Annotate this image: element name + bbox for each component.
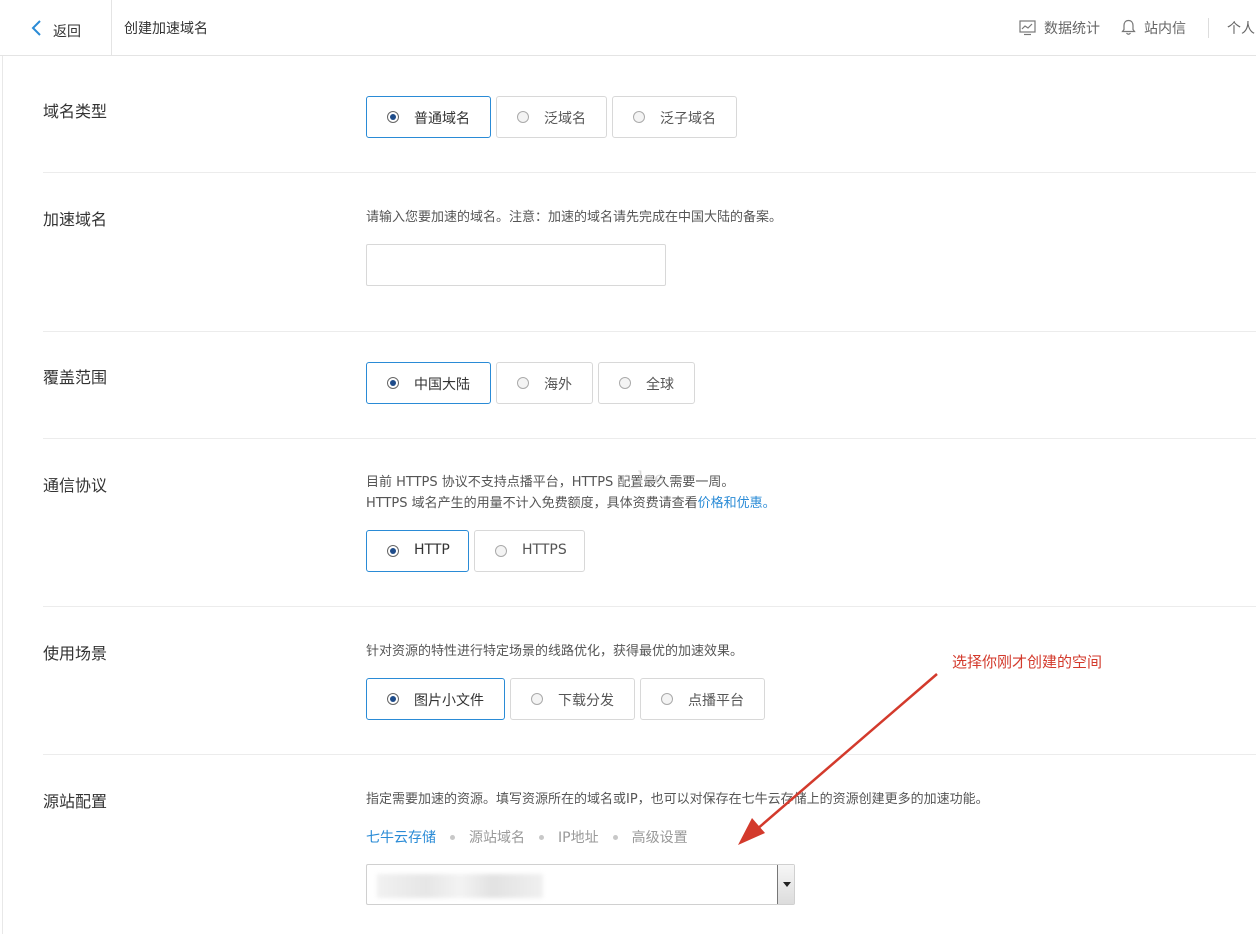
bell-icon xyxy=(1121,19,1136,35)
watermark: r_lee xyxy=(620,468,665,489)
option-label: 点播平台 xyxy=(688,693,744,709)
section-divider xyxy=(43,331,1256,332)
scenario-option-download[interactable]: 下载分发 xyxy=(510,678,635,720)
origin-title: 源站配置 xyxy=(43,792,108,811)
domain-input[interactable] xyxy=(366,244,666,286)
stats-link[interactable]: 数据统计 xyxy=(1019,0,1100,55)
option-label: 海外 xyxy=(544,377,572,393)
domain-type-option-wildcard[interactable]: 泛域名 xyxy=(496,96,607,138)
origin-tabs: 七牛云存储 源站域名 IP地址 高级设置 xyxy=(366,827,688,847)
coverage-option-global[interactable]: 全球 xyxy=(598,362,695,404)
left-border xyxy=(2,56,3,934)
protocol-hint-text: HTTPS 域名产生的用量不计入免费额度，具体资费请查看 xyxy=(366,496,698,511)
radio-selected-icon xyxy=(387,377,399,389)
back-label: 返回 xyxy=(53,24,81,40)
protocol-option-https[interactable]: HTTPS xyxy=(474,530,585,572)
radio-icon xyxy=(619,377,631,389)
tab-separator-dot xyxy=(612,834,618,840)
coverage-option-overseas[interactable]: 海外 xyxy=(496,362,593,404)
header-separator xyxy=(1208,18,1209,38)
origin-hint: 指定需要加速的资源。填写资源所在的域名或IP，也可以对保存在七牛云存储上的资源创… xyxy=(366,792,989,807)
radio-selected-icon xyxy=(387,693,399,705)
messages-link[interactable]: 站内信 xyxy=(1121,0,1186,55)
radio-icon xyxy=(661,693,673,705)
origin-tab-origin-domain[interactable]: 源站域名 xyxy=(469,827,525,847)
messages-label: 站内信 xyxy=(1144,20,1186,37)
acceleration-domain-title: 加速域名 xyxy=(43,210,108,229)
scenario-option-vod[interactable]: 点播平台 xyxy=(640,678,765,720)
radio-icon xyxy=(517,377,529,389)
back-button[interactable]: 返回 xyxy=(0,0,112,55)
coverage-title: 覆盖范围 xyxy=(43,368,108,387)
radio-icon xyxy=(495,545,507,557)
protocol-hint-period: 。 xyxy=(762,496,776,511)
protocol-hint-line2: HTTPS 域名产生的用量不计入免费额度，具体资费请查看价格和优惠。 xyxy=(366,492,776,511)
radio-icon xyxy=(633,111,645,123)
stats-label: 数据统计 xyxy=(1044,20,1100,37)
domain-type-option-wildcard-sub[interactable]: 泛子域名 xyxy=(612,96,737,138)
option-label: HTTP xyxy=(414,542,450,558)
coverage-option-mainland[interactable]: 中国大陆 xyxy=(366,362,491,404)
option-label: 泛子域名 xyxy=(660,111,716,127)
origin-tab-ip-address[interactable]: IP地址 xyxy=(558,827,599,847)
radio-selected-icon xyxy=(387,111,399,123)
acceleration-domain-hint: 请输入您要加速的域名。注意：加速的域名请先完成在中国大陆的备案。 xyxy=(366,210,783,225)
option-label: 普通域名 xyxy=(414,111,470,127)
personal-label: 个人 xyxy=(1227,20,1255,37)
option-label: 下载分发 xyxy=(558,693,614,709)
option-label: 全球 xyxy=(646,377,674,393)
domain-type-option-normal[interactable]: 普通域名 xyxy=(366,96,491,138)
section-divider xyxy=(43,754,1256,755)
option-label: 中国大陆 xyxy=(414,377,470,393)
origin-tab-advanced[interactable]: 高级设置 xyxy=(632,827,688,847)
pricing-link[interactable]: 价格和优惠 xyxy=(698,496,763,511)
section-divider xyxy=(43,606,1256,607)
page-title: 创建加速域名 xyxy=(124,21,208,37)
section-divider xyxy=(43,438,1256,439)
radio-icon xyxy=(531,693,543,705)
bucket-select[interactable] xyxy=(366,864,795,905)
origin-tab-qiniu-storage[interactable]: 七牛云存储 xyxy=(366,827,436,847)
scenario-hint: 针对资源的特性进行特定场景的线路优化，获得最优的加速效果。 xyxy=(366,644,744,659)
radio-icon xyxy=(517,111,529,123)
protocol-hint-line1: 目前 HTTPS 协议不支持点播平台，HTTPS 配置最久需要一周。 xyxy=(366,475,735,490)
personal-link[interactable]: 个人 xyxy=(1227,0,1255,55)
domain-type-title: 域名类型 xyxy=(43,102,108,121)
chevron-left-icon xyxy=(31,20,41,36)
top-bar: 返回 创建加速域名 数据统计 站内信 个人 xyxy=(0,0,1256,56)
section-divider xyxy=(43,172,1256,173)
blurred-selected-value xyxy=(377,874,543,898)
option-label: HTTPS xyxy=(522,542,567,558)
option-label: 泛域名 xyxy=(544,111,586,127)
chart-icon xyxy=(1019,19,1036,35)
protocol-title: 通信协议 xyxy=(43,476,108,495)
scenario-option-images[interactable]: 图片小文件 xyxy=(366,678,505,720)
option-label: 图片小文件 xyxy=(414,693,484,709)
radio-selected-icon xyxy=(387,545,399,557)
annotation-text: 选择你刚才创建的空间 xyxy=(952,653,1103,671)
dropdown-arrow-icon[interactable] xyxy=(777,865,794,904)
tab-separator-dot xyxy=(450,834,455,840)
scenario-title: 使用场景 xyxy=(43,644,108,663)
tab-separator-dot xyxy=(539,834,544,840)
protocol-option-http[interactable]: HTTP xyxy=(366,530,469,572)
